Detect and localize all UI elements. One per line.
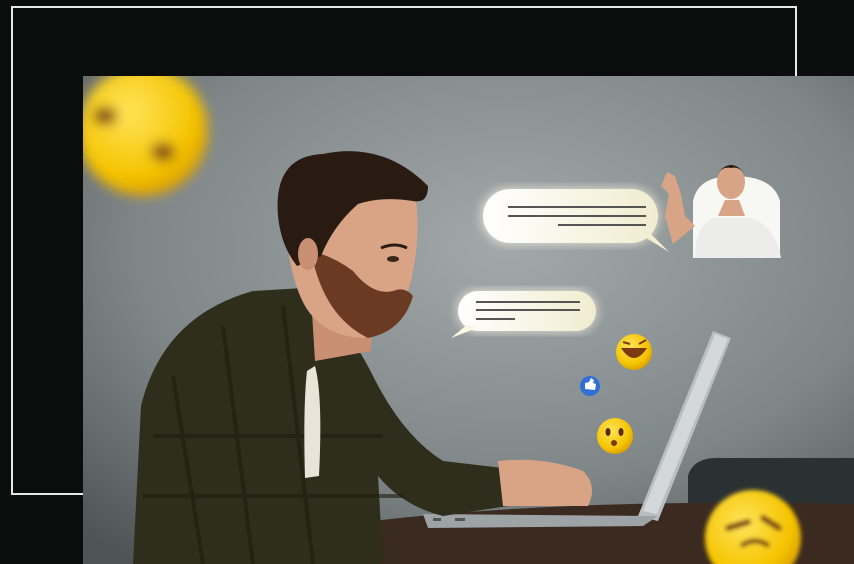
laughing-emoji-icon — [616, 334, 652, 370]
hero-photo — [83, 76, 854, 564]
surprised-emoji-icon — [597, 418, 633, 454]
chat-bubble-small — [451, 290, 597, 338]
like-icon — [580, 376, 600, 396]
